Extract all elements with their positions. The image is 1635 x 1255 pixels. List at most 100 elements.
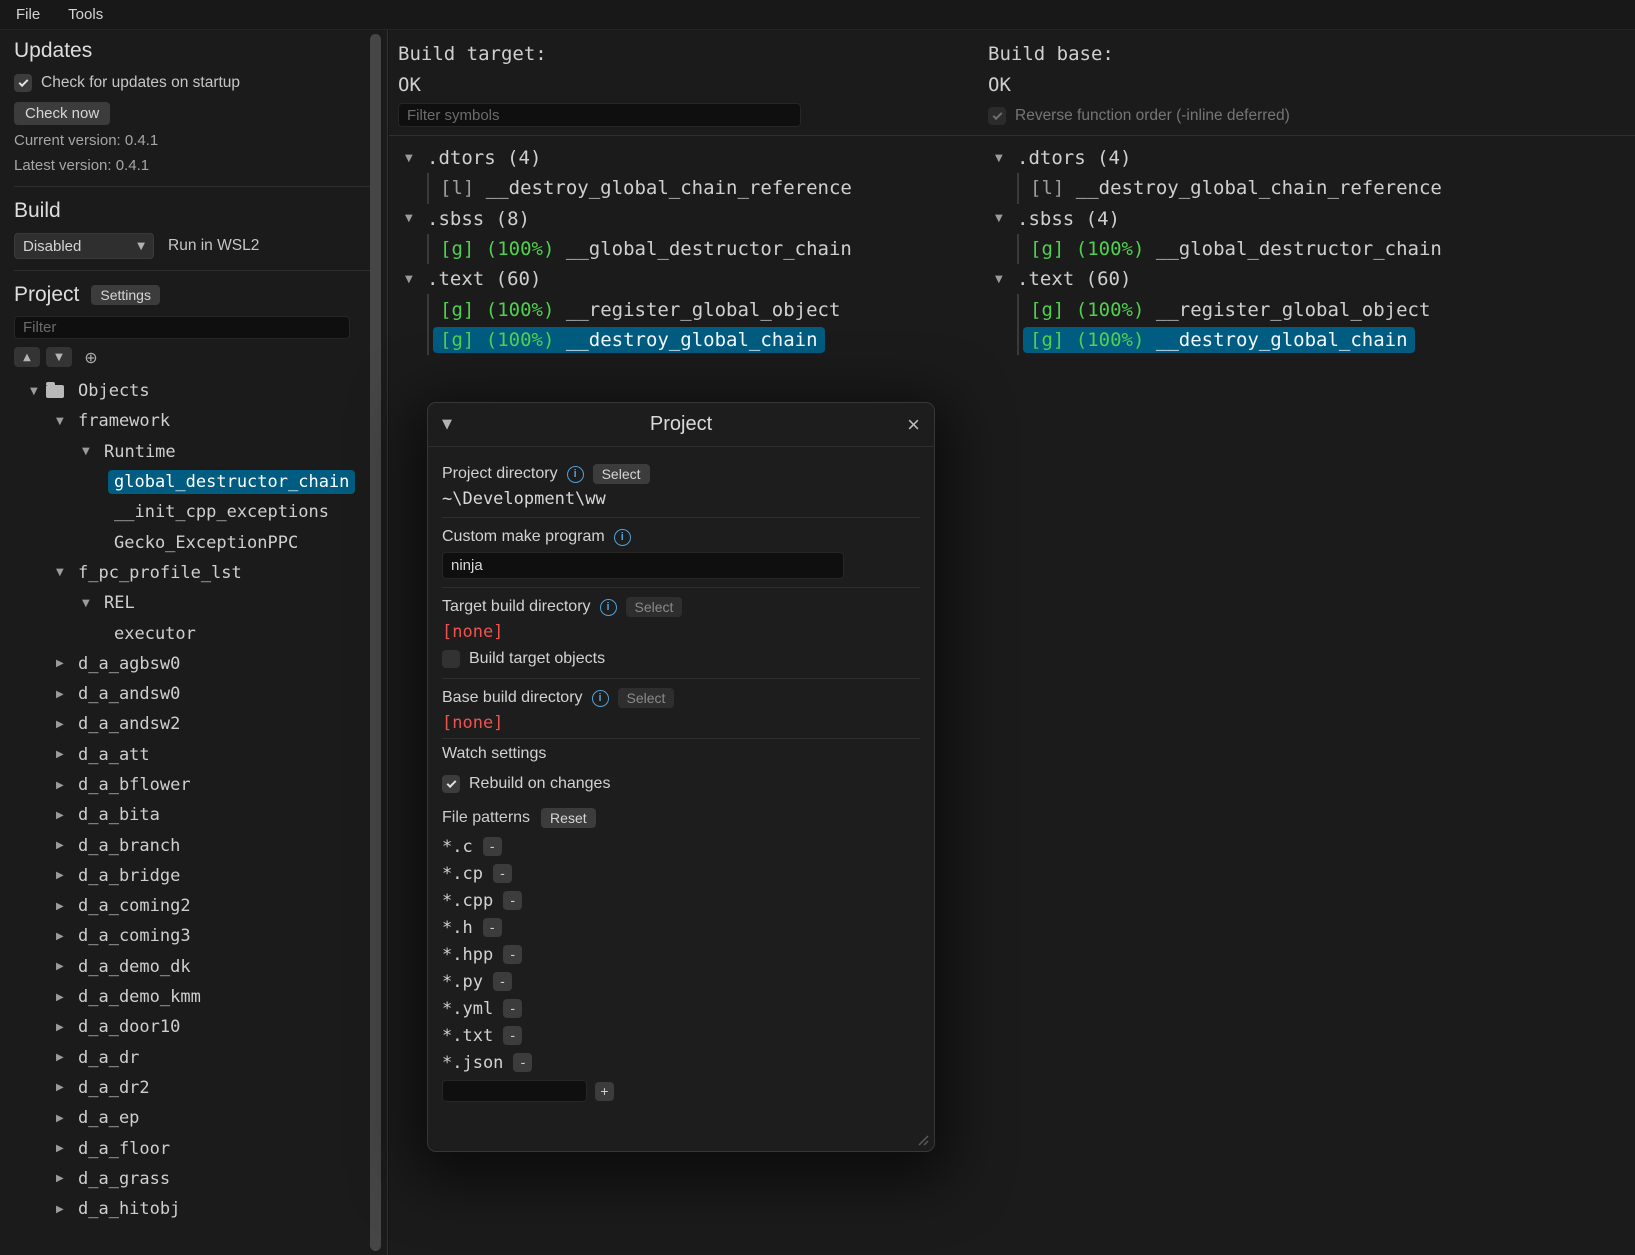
menu-tools[interactable]: Tools [68,6,103,23]
tree-item-Runtime[interactable]: ▼ Runtime [14,437,373,467]
symbol-row[interactable]: [g] (100%) __destroy_global_chain [433,325,859,355]
chevron-right-icon[interactable]: ▶ [56,961,72,972]
tree-item-d_a_bflower[interactable]: ▶ d_a_bflower [14,770,373,800]
chevron-right-icon[interactable]: ▶ [56,810,72,821]
collapse-all-button[interactable]: ▲ [14,347,40,367]
chevron-down-icon[interactable]: ▼ [995,213,1017,224]
tree-item-global_destructor_chain[interactable]: global_destructor_chain [14,467,373,497]
project-filter-input[interactable] [14,316,350,339]
symbol-row[interactable]: [l] __destroy_global_chain_reference [1023,173,1449,203]
chevron-down-icon[interactable]: ▼ [82,598,98,609]
remove-pattern-button[interactable]: - [503,891,523,910]
symbol-entry[interactable]: [g] (100%) __global_destructor_chain [433,236,859,262]
tree-item-d_a_floor[interactable]: ▶ d_a_floor [14,1133,373,1163]
select-project-directory-button[interactable]: Select [592,464,650,484]
symbol-row[interactable]: [g] (100%) __destroy_global_chain [1023,325,1449,355]
build-mode-dropdown[interactable]: Disabled ▼ [14,233,154,259]
chevron-right-icon[interactable]: ▶ [56,658,72,669]
chevron-right-icon[interactable]: ▶ [56,1052,72,1063]
tree-item-Objects[interactable]: ▼ Objects [14,376,373,406]
chevron-down-icon[interactable]: ▼ [995,153,1017,164]
symbol-entry[interactable]: [g] (100%) __register_global_object [433,297,847,323]
sidebar-scrollbar[interactable] [370,34,381,1251]
resize-handle-icon[interactable] [916,1133,929,1146]
tree-item-d_a_demo_dk[interactable]: ▶ d_a_demo_dk [14,952,373,982]
add-pattern-button[interactable]: + [595,1081,614,1101]
symbol-entry[interactable]: [g] (100%) __global_destructor_chain [1023,236,1449,262]
tree-item-d_a_bridge[interactable]: ▶ d_a_bridge [14,861,373,891]
chevron-right-icon[interactable]: ▶ [56,719,72,730]
tree-item-d_a_coming2[interactable]: ▶ d_a_coming2 [14,891,373,921]
project-settings-button[interactable]: Settings [91,285,160,305]
check-updates-checkbox[interactable] [14,74,32,92]
remove-pattern-button[interactable]: - [492,864,512,883]
symbol-entry[interactable]: [l] __destroy_global_chain_reference [1023,175,1449,201]
symbol-entry[interactable]: [g] (100%) __register_global_object [1023,297,1437,323]
chevron-right-icon[interactable]: ▶ [56,780,72,791]
tree-item-d_a_grass[interactable]: ▶ d_a_grass [14,1164,373,1194]
remove-pattern-button[interactable]: - [513,1053,533,1072]
tree-item-Gecko_ExceptionPPC[interactable]: Gecko_ExceptionPPC [14,527,373,557]
locate-current-button[interactable]: ⊕ [78,347,104,367]
select-target-build-directory-button[interactable]: Select [625,597,683,617]
remove-pattern-button[interactable]: - [482,837,502,856]
symbol-row[interactable]: [g] (100%) __register_global_object [1023,294,1449,324]
rebuild-on-changes-row[interactable]: Rebuild on changes [442,771,920,797]
section-header[interactable]: ▼ .text (60) [405,264,859,294]
tree-item-d_a_andsw0[interactable]: ▶ d_a_andsw0 [14,679,373,709]
symbol-row[interactable]: [g] (100%) __global_destructor_chain [1023,234,1449,264]
close-icon[interactable]: × [894,413,920,435]
rebuild-on-changes-checkbox[interactable] [442,775,460,793]
remove-pattern-button[interactable]: - [503,999,523,1018]
chevron-right-icon[interactable]: ▶ [56,1082,72,1093]
symbol-row[interactable]: [g] (100%) __global_destructor_chain [433,234,859,264]
chevron-right-icon[interactable]: ▶ [56,931,72,942]
tree-item-framework[interactable]: ▼ framework [14,406,373,436]
tree-item-d_a_ep[interactable]: ▶ d_a_ep [14,1103,373,1133]
chevron-right-icon[interactable]: ▶ [56,1113,72,1124]
chevron-down-icon[interactable]: ▼ [405,274,427,285]
tree-item-executor[interactable]: executor [14,618,373,648]
chevron-down-icon[interactable]: ▼ [995,274,1017,285]
symbol-row[interactable]: [l] __destroy_global_chain_reference [433,173,859,203]
symbol-filter-input[interactable] [398,103,801,127]
section-header[interactable]: ▼ .dtors (4) [995,143,1449,173]
expand-all-button[interactable]: ▼ [46,347,72,367]
remove-pattern-button[interactable]: - [482,918,502,937]
info-icon[interactable]: i [566,465,584,483]
tree-item-__init_cpp_exceptions[interactable]: __init_cpp_exceptions [14,497,373,527]
section-header[interactable]: ▼ .sbss (4) [995,204,1449,234]
reset-patterns-button[interactable]: Reset [541,808,596,828]
tree-item-d_a_andsw2[interactable]: ▶ d_a_andsw2 [14,709,373,739]
new-pattern-input[interactable] [442,1080,587,1102]
tree-item-d_a_dr[interactable]: ▶ d_a_dr [14,1043,373,1073]
symbol-entry[interactable]: [g] (100%) __destroy_global_chain [433,326,825,353]
tree-item-d_a_coming3[interactable]: ▶ d_a_coming3 [14,921,373,951]
chevron-down-icon[interactable]: ▼ [405,153,427,164]
info-icon[interactable]: i [599,598,617,616]
select-base-build-directory-button[interactable]: Select [617,688,675,708]
remove-pattern-button[interactable]: - [503,1026,523,1045]
chevron-down-icon[interactable]: ▼ [56,567,72,578]
tree-item-d_a_bita[interactable]: ▶ d_a_bita [14,800,373,830]
tree-item-d_a_att[interactable]: ▶ d_a_att [14,740,373,770]
tree-item-f_pc_profile_lst[interactable]: ▼ f_pc_profile_lst [14,558,373,588]
chevron-right-icon[interactable]: ▶ [56,992,72,1003]
build-target-objects-checkbox[interactable] [442,650,460,668]
tree-item-d_a_hitobj[interactable]: ▶ d_a_hitobj [14,1194,373,1224]
collapse-window-icon[interactable]: ▼ [442,417,468,432]
check-updates-row[interactable]: Check for updates on startup [14,74,373,92]
tree-item-d_a_door10[interactable]: ▶ d_a_door10 [14,1012,373,1042]
chevron-right-icon[interactable]: ▶ [56,1022,72,1033]
chevron-down-icon[interactable]: ▼ [30,386,46,397]
chevron-right-icon[interactable]: ▶ [56,1143,72,1154]
section-header[interactable]: ▼ .sbss (8) [405,204,859,234]
section-header[interactable]: ▼ .text (60) [995,264,1449,294]
chevron-right-icon[interactable]: ▶ [56,689,72,700]
chevron-right-icon[interactable]: ▶ [56,749,72,760]
symbol-row[interactable]: [g] (100%) __register_global_object [433,294,859,324]
chevron-right-icon[interactable]: ▶ [56,870,72,881]
chevron-down-icon[interactable]: ▼ [405,213,427,224]
info-icon[interactable]: i [591,689,609,707]
chevron-down-icon[interactable]: ▼ [82,446,98,457]
